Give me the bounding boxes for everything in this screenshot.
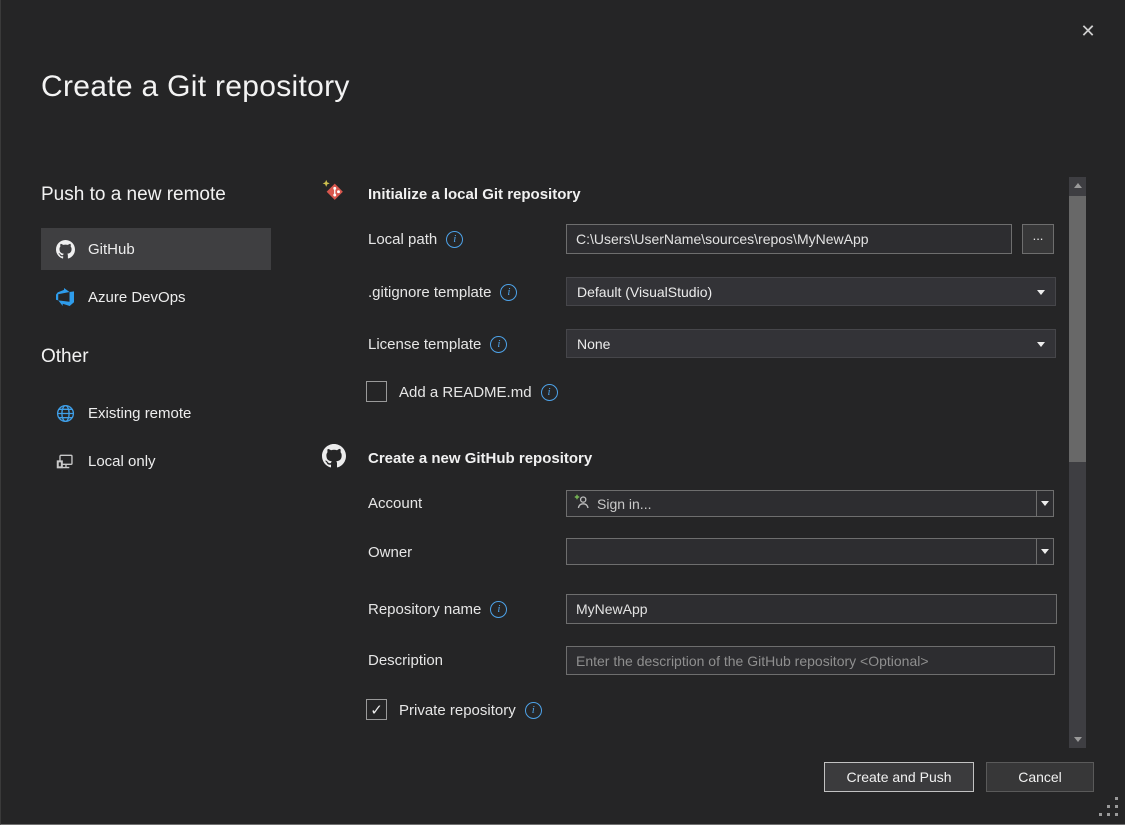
azure-devops-icon <box>55 288 75 306</box>
browse-button[interactable]: ... <box>1022 224 1054 254</box>
cancel-button[interactable]: Cancel <box>986 762 1094 792</box>
license-template-dropdown[interactable]: None <box>566 329 1056 358</box>
github-icon <box>55 240 75 259</box>
account-combobox-value-area[interactable]: Sign in... <box>567 491 1036 516</box>
github-icon <box>322 444 346 473</box>
sidebar-item-existing-remote[interactable]: Existing remote <box>41 392 271 434</box>
readme-checkbox[interactable] <box>366 381 387 402</box>
sidebar-heading-push-remote: Push to a new remote <box>41 184 226 206</box>
account-label-text: Account <box>368 495 422 512</box>
checkmark-icon: ✓ <box>370 701 383 719</box>
repository-name-input[interactable] <box>566 594 1057 624</box>
owner-dropdown-button[interactable] <box>1036 539 1053 564</box>
license-label-text: License template <box>368 336 481 353</box>
scrollbar-thumb[interactable] <box>1069 196 1086 462</box>
owner-label: Owner <box>368 538 412 566</box>
private-repository-label: Private repository <box>399 696 542 724</box>
sign-in-icon <box>574 494 590 513</box>
repository-name-label: Repository name <box>368 595 507 623</box>
private-repository-checkbox[interactable]: ✓ <box>366 699 387 720</box>
sidebar-item-azure-devops[interactable]: Azure DevOps <box>41 276 271 318</box>
sidebar-item-label: GitHub <box>88 241 135 258</box>
vertical-scrollbar[interactable] <box>1069 177 1086 748</box>
repository-name-label-text: Repository name <box>368 601 481 618</box>
chevron-down-icon <box>1041 501 1049 506</box>
readme-label-text: Add a README.md <box>399 384 532 401</box>
owner-label-text: Owner <box>368 544 412 561</box>
local-path-input[interactable] <box>566 224 1012 254</box>
init-section-heading: Initialize a local Git repository <box>368 186 581 203</box>
license-label: License template <box>368 330 507 358</box>
triangle-down-icon <box>1074 737 1082 742</box>
close-button[interactable]: ✕ <box>1071 14 1105 48</box>
info-icon[interactable] <box>490 601 507 618</box>
sidebar-item-label: Azure DevOps <box>88 289 186 306</box>
chevron-down-icon <box>1037 290 1045 295</box>
description-input[interactable] <box>566 646 1055 675</box>
create-and-push-button[interactable]: Create and Push <box>824 762 974 792</box>
local-path-label: Local path <box>368 225 463 253</box>
description-label: Description <box>368 646 443 674</box>
local-path-label-text: Local path <box>368 231 437 248</box>
account-combobox[interactable]: Sign in... <box>566 490 1054 517</box>
info-icon[interactable] <box>500 284 517 301</box>
create-git-repository-dialog: ✕ Create a Git repository Push to a new … <box>0 0 1125 825</box>
account-value: Sign in... <box>597 496 651 512</box>
owner-combobox[interactable] <box>566 538 1054 565</box>
sidebar-item-github[interactable]: GitHub <box>41 228 271 270</box>
readme-label: Add a README.md <box>399 378 558 406</box>
sidebar-item-local-only[interactable]: Local only <box>41 440 271 482</box>
account-dropdown-button[interactable] <box>1036 491 1053 516</box>
owner-combobox-value-area[interactable] <box>567 539 1036 564</box>
license-template-value: None <box>577 336 610 352</box>
chevron-down-icon <box>1037 342 1045 347</box>
chevron-down-icon <box>1041 549 1049 554</box>
gitignore-label: .gitignore template <box>368 278 517 306</box>
resize-grip[interactable] <box>1099 797 1121 819</box>
account-label: Account <box>368 489 422 517</box>
sidebar-item-label: Existing remote <box>88 405 191 422</box>
sidebar-item-label: Local only <box>88 453 156 470</box>
github-section-heading: Create a new GitHub repository <box>368 450 592 467</box>
info-icon[interactable] <box>490 336 507 353</box>
description-label-text: Description <box>368 652 443 669</box>
globe-icon <box>55 404 75 423</box>
info-icon[interactable] <box>541 384 558 401</box>
close-icon: ✕ <box>1080 21 1095 42</box>
page-title: Create a Git repository <box>41 70 350 104</box>
scrollbar-down-button[interactable] <box>1069 731 1086 748</box>
computer-icon <box>55 452 75 471</box>
private-repository-label-text: Private repository <box>399 702 516 719</box>
info-icon[interactable] <box>446 231 463 248</box>
gitignore-template-value: Default (VisualStudio) <box>577 284 712 300</box>
sidebar-heading-other: Other <box>41 346 89 368</box>
triangle-up-icon <box>1074 183 1082 188</box>
info-icon[interactable] <box>525 702 542 719</box>
gitignore-label-text: .gitignore template <box>368 284 491 301</box>
gitignore-template-dropdown[interactable]: Default (VisualStudio) <box>566 277 1056 306</box>
scrollbar-up-button[interactable] <box>1069 177 1086 194</box>
new-repository-icon <box>321 179 346 209</box>
